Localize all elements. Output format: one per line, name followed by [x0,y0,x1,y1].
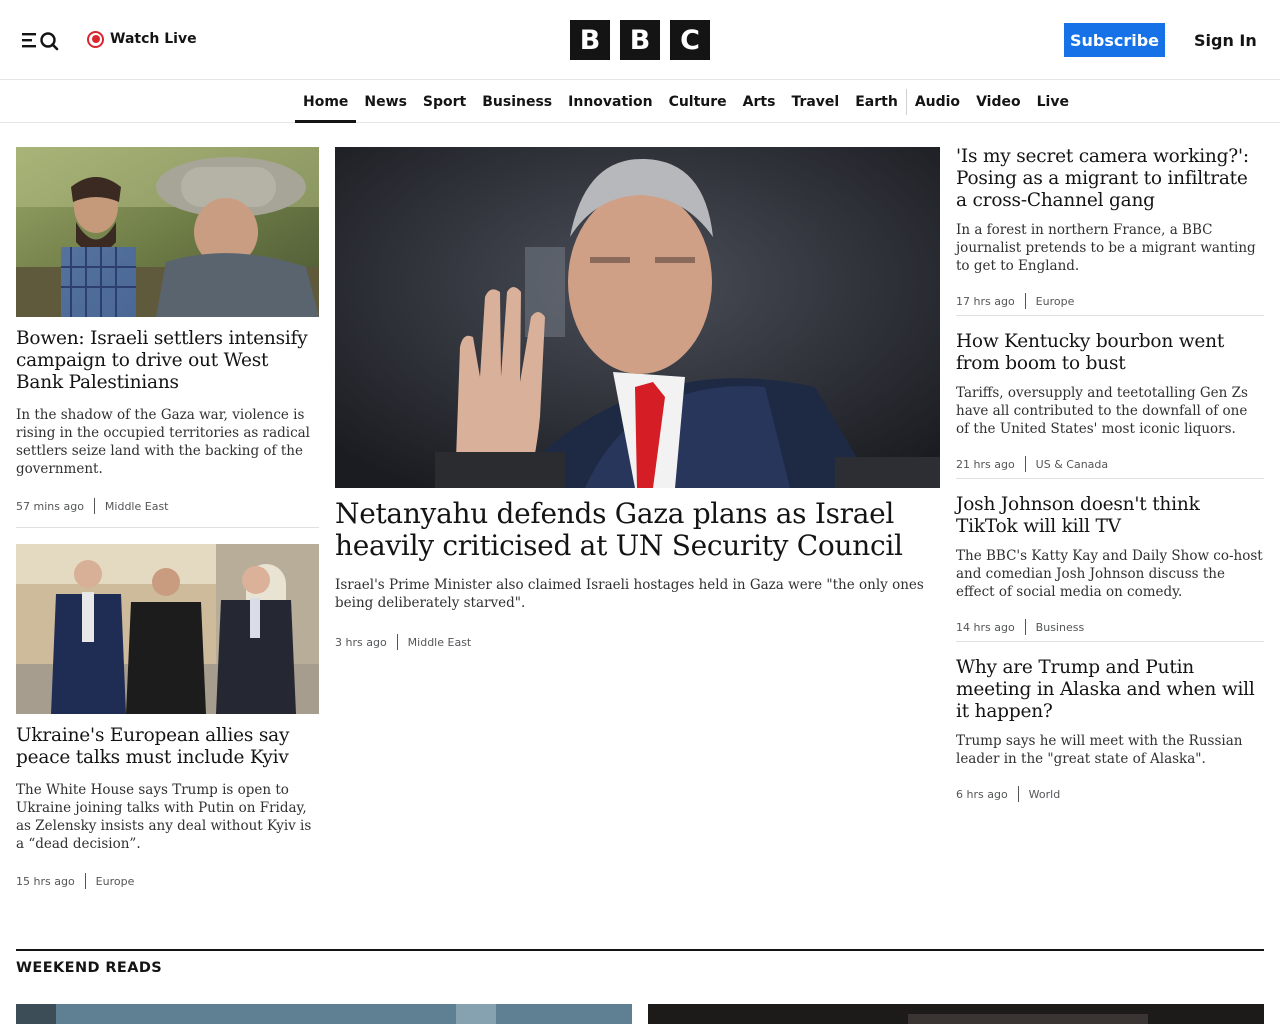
story-summary: The White House says Trump is open to Uk… [16,782,312,852]
nav-item-culture[interactable]: Culture [661,81,735,123]
story-section[interactable]: US & Canada [1036,458,1108,471]
story-meta: 14 hrs ago Business [956,619,1264,635]
nav-item-sport[interactable]: Sport [415,81,474,123]
story-divider [16,527,319,528]
story-meta: 57 mins ago Middle East [16,498,319,514]
story-timestamp: 6 hrs ago [956,787,1008,801]
weekend-story-card[interactable] [648,1004,1264,1024]
subscribe-button[interactable]: Subscribe [1064,23,1165,57]
meta-divider [396,634,398,650]
story-timestamp: 14 hrs ago [956,620,1015,634]
story-image [16,544,319,714]
story-headline[interactable]: How Kentucky bourbon went from boom to b… [956,331,1264,375]
watch-live-link[interactable]: Watch Live [87,28,197,50]
lead-story-summary: Israel's Prime Minister also claimed Isr… [335,577,924,611]
bbc-logo[interactable]: B B C [570,20,710,60]
story-card[interactable]: How Kentucky bourbon went from boom to b… [956,331,1264,472]
story-card[interactable]: Bowen: Israeli settlers intensify campai… [16,147,319,514]
story-meta: 6 hrs ago World [956,786,1264,802]
netanyahu-photo [335,147,940,488]
story-meta: 15 hrs ago Europe [16,873,319,889]
story-timestamp: 57 mins ago [16,499,84,513]
menu-search-button[interactable] [20,28,64,52]
nav-list: Home News Sport Business Innovation Cult… [295,81,1077,123]
nav-item-video[interactable]: Video [968,81,1029,123]
story-headline[interactable]: Why are Trump and Putin meeting in Alask… [956,657,1264,723]
meta-divider [84,873,86,889]
weekend-story-card[interactable] [16,1004,632,1024]
lead-story-headline[interactable]: Netanyahu defends Gaza plans as Israel h… [335,498,940,562]
sign-in-link[interactable]: Sign In [1194,28,1257,52]
story-meta: 17 hrs ago Europe [956,293,1264,309]
story-summary: In a forest in northern France, a BBC jo… [956,222,1256,274]
story-card[interactable]: Josh Johnson doesn't think TikTok will k… [956,494,1264,635]
nav-item-home[interactable]: Home [295,81,357,123]
lead-story-image [335,147,940,488]
story-summary: In the shadow of the Gaza war, violence … [16,407,311,477]
story-section[interactable]: Middle East [105,500,169,513]
logo-letter: B [620,20,660,60]
story-card[interactable]: Why are Trump and Putin meeting in Alask… [956,657,1264,802]
nav-item-audio[interactable]: Audio [907,81,968,123]
story-summary: Trump says he will meet with the Russian… [956,733,1243,767]
story-section[interactable]: Middle East [408,636,472,649]
site-header: Watch Live B B C Subscribe Sign In [0,0,1280,80]
leaders-photo [16,544,319,714]
settlers-photo [16,147,319,317]
story-meta: 3 hrs ago Middle East [335,634,940,650]
nav-item-business[interactable]: Business [474,81,560,123]
nav-item-travel[interactable]: Travel [783,81,847,123]
story-timestamp: 15 hrs ago [16,874,75,888]
story-card[interactable]: 'Is my secret camera working?': Posing a… [956,146,1264,309]
story-headline[interactable]: Ukraine's European allies say peace talk… [16,725,319,769]
nav-item-news[interactable]: News [356,81,414,123]
meta-divider [93,498,95,514]
section-divider [16,949,1264,951]
lead-story-card[interactable]: Netanyahu defends Gaza plans as Israel h… [335,147,940,650]
nav-item-innovation[interactable]: Innovation [560,81,660,123]
story-section[interactable]: Europe [96,875,135,888]
story-section[interactable]: Europe [1036,295,1075,308]
nav-item-live[interactable]: Live [1029,81,1077,123]
logo-letter: C [670,20,710,60]
story-summary: The BBC's Katty Kay and Daily Show co-ho… [956,548,1263,600]
story-headline[interactable]: Josh Johnson doesn't think TikTok will k… [956,494,1264,538]
watch-live-label: Watch Live [110,31,197,47]
meta-divider [1017,786,1019,802]
story-divider [956,315,1264,316]
story-card[interactable]: Ukraine's European allies say peace talk… [16,544,319,889]
meta-divider [1024,619,1026,635]
story-image [16,147,319,317]
story-headline[interactable]: Bowen: Israeli settlers intensify campai… [16,328,319,394]
meta-divider [1024,456,1026,472]
story-meta: 21 hrs ago US & Canada [956,456,1264,472]
menu-search-icon [22,32,59,51]
story-headline[interactable]: 'Is my secret camera working?': Posing a… [956,146,1264,212]
nav-item-arts[interactable]: Arts [735,81,784,123]
story-divider [956,478,1264,479]
meta-divider [1024,293,1026,309]
story-timestamp: 21 hrs ago [956,457,1015,471]
story-section[interactable]: World [1029,788,1061,801]
weekend-story-image [16,1004,632,1024]
story-summary: Tariffs, oversupply and teetotalling Gen… [956,385,1248,437]
story-timestamp: 3 hrs ago [335,635,387,649]
nav-item-earth[interactable]: Earth [847,81,906,123]
weekend-story-image [648,1004,1264,1024]
story-timestamp: 17 hrs ago [956,294,1015,308]
story-section[interactable]: Business [1036,621,1085,634]
weekend-reads-heading: WEEKEND READS [16,960,163,976]
main-navigation: Home News Sport Business Innovation Cult… [0,81,1280,123]
live-icon [87,30,104,48]
logo-letter: B [570,20,610,60]
story-divider [956,641,1264,642]
